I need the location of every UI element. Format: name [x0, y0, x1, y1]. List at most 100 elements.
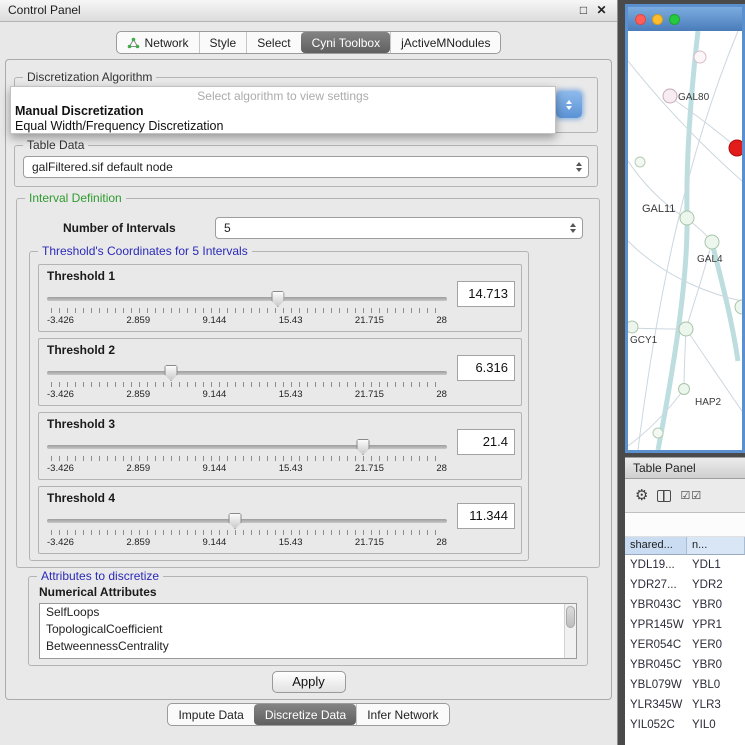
table-row[interactable]: YER054CYER0 — [625, 635, 745, 655]
network-canvas[interactable]: GAL80 GAL11 GAL4 GCY1 HAP2 — [628, 31, 742, 450]
tab-jactivemnodules[interactable]: jActiveMNodules — [390, 32, 500, 53]
cell-name: YDL1 — [687, 555, 745, 575]
tick-label: 15.43 — [279, 537, 303, 548]
minimize-button[interactable] — [652, 14, 663, 25]
slider-thumb[interactable] — [357, 439, 370, 455]
network-icon — [127, 37, 140, 49]
threshold-4-slider[interactable]: -3.4262.8599.14415.4321.71528 — [47, 511, 447, 551]
network-view-window: GAL80 GAL11 GAL4 GCY1 HAP2 — [625, 4, 745, 453]
tab-select[interactable]: Select — [246, 32, 300, 53]
tab-style[interactable]: Style — [199, 32, 247, 53]
numerical-attributes-heading: Numerical Attributes — [39, 585, 157, 599]
restore-window-icon[interactable]: □ — [576, 3, 591, 18]
number-of-intervals-combo[interactable]: 5 — [215, 217, 583, 239]
algorithm-option-manual[interactable]: Manual Discretization — [11, 104, 555, 119]
network-node[interactable] — [653, 428, 663, 438]
close-window-icon[interactable]: ✕ — [594, 3, 609, 18]
tab-cyni-toolbox[interactable]: Cyni Toolbox — [301, 32, 390, 53]
slider-thumb[interactable] — [229, 513, 242, 529]
threshold-2-value-field[interactable]: 6.316 — [457, 355, 515, 381]
zoom-button[interactable] — [669, 14, 680, 25]
close-button[interactable] — [635, 14, 646, 25]
threshold-1-value-field[interactable]: 14.713 — [457, 281, 515, 307]
network-node-selected[interactable] — [729, 140, 742, 156]
network-node[interactable] — [680, 211, 694, 225]
network-node[interactable] — [663, 89, 677, 103]
show-columns-icon[interactable] — [657, 490, 671, 502]
network-node[interactable] — [679, 322, 693, 336]
slider-ticks — [51, 530, 443, 535]
interval-definition-group: Interval Definition Number of Intervals … — [16, 198, 600, 568]
slider-thumb[interactable] — [271, 291, 284, 307]
table-data-combo[interactable]: galFiltered.sif default node — [23, 156, 589, 178]
slider-thumb[interactable] — [165, 365, 178, 381]
slider-track[interactable] — [47, 297, 447, 301]
threshold-panel-4: Threshold 4 -3.4262.8599.14415.4321.7152… — [38, 486, 522, 554]
threshold-1-slider[interactable]: -3.4262.8599.14415.4321.71528 — [47, 289, 447, 329]
threshold-panel-1: Threshold 1 -3.4262.8599.14415.4321.7152… — [38, 264, 522, 332]
tick-label: 2.859 — [126, 315, 150, 326]
table-row[interactable]: YBR045CYBR0 — [625, 655, 745, 675]
settings-gear-icon[interactable]: ⚙ — [635, 488, 648, 503]
node-label-gal4: GAL4 — [697, 254, 723, 265]
table-data-group: Table Data galFiltered.sif default node — [14, 145, 598, 187]
table-row[interactable]: YDR27...YDR2 — [625, 575, 745, 595]
network-window-titlebar[interactable] — [628, 7, 742, 31]
list-item[interactable]: BetweennessCentrality — [40, 638, 576, 655]
list-item[interactable]: TopologicalCoefficient — [40, 621, 576, 638]
table-data-combo-value: galFiltered.sif default node — [32, 160, 173, 174]
column-header-name[interactable]: n... — [687, 537, 745, 555]
table-row[interactable]: YIL052CYIL0 — [625, 715, 745, 735]
number-of-intervals-value: 5 — [224, 221, 231, 235]
cell-name: YPR1 — [687, 615, 745, 635]
slider-ticks — [51, 382, 443, 387]
network-node[interactable] — [694, 51, 706, 63]
table-data-group-title: Table Data — [23, 138, 88, 152]
threshold-3-slider[interactable]: -3.4262.8599.14415.4321.71528 — [47, 437, 447, 477]
network-node[interactable] — [705, 235, 719, 249]
slider-track[interactable] — [47, 371, 447, 375]
tab-discretize-data[interactable]: Discretize Data — [254, 704, 356, 725]
network-node[interactable] — [628, 321, 638, 333]
cell-name: YDR2 — [687, 575, 745, 595]
table-row[interactable]: YDL19...YDL1 — [625, 555, 745, 575]
table-row[interactable]: YBR043CYBR0 — [625, 595, 745, 615]
slider-tick-labels: -3.4262.8599.14415.4321.71528 — [47, 463, 447, 474]
list-scrollbar-thumb[interactable] — [566, 606, 575, 628]
slider-track[interactable] — [47, 519, 447, 523]
cell-name: YBR0 — [687, 655, 745, 675]
application-screen: Control Panel □ ✕ Network Sty — [0, 0, 745, 745]
tab-select-label: Select — [257, 36, 290, 50]
table-row[interactable]: YBL079WYBL0 — [625, 675, 745, 695]
tick-label: 9.144 — [203, 537, 227, 548]
column-header-shared-name[interactable]: shared... — [625, 537, 687, 555]
network-node[interactable] — [735, 300, 742, 314]
cell-shared-name: YBR045C — [625, 655, 687, 675]
node-label-gcy1: GCY1 — [630, 335, 658, 346]
numerical-attributes-list: SelfLoops TopologicalCoefficient Between… — [39, 603, 577, 659]
algorithm-option-equal-width[interactable]: Equal Width/Frequency Discretization — [11, 119, 555, 134]
control-panel-title: Control Panel — [8, 3, 81, 17]
tab-infer-network-label: Infer Network — [367, 708, 438, 722]
node-label-hap2: HAP2 — [695, 397, 722, 408]
threshold-panel-2: Threshold 2 -3.4262.8599.14415.4321.7152… — [38, 338, 522, 406]
tab-infer-network[interactable]: Infer Network — [356, 704, 448, 725]
slider-track[interactable] — [47, 445, 447, 449]
select-columns-icon[interactable]: ☑☑ — [680, 489, 702, 502]
cell-shared-name: YER054C — [625, 635, 687, 655]
network-node[interactable] — [635, 157, 645, 167]
threshold-4-value-field[interactable]: 11.344 — [457, 503, 515, 529]
table-row[interactable]: YPR145WYPR1 — [625, 615, 745, 635]
list-item[interactable]: SelfLoops — [40, 604, 576, 621]
thresholds-group: Threshold's Coordinates for 5 Intervals … — [29, 251, 529, 561]
algorithm-combo-stepper[interactable] — [556, 91, 582, 118]
apply-button[interactable]: Apply — [272, 671, 346, 693]
tab-impute-data[interactable]: Impute Data — [168, 704, 253, 725]
threshold-3-value-field[interactable]: 21.4 — [457, 429, 515, 455]
table-row[interactable]: YLR345WYLR3 — [625, 695, 745, 715]
threshold-2-slider[interactable]: -3.4262.8599.14415.4321.71528 — [47, 363, 447, 403]
list-scrollbar[interactable] — [564, 604, 576, 658]
cell-shared-name: YBR043C — [625, 595, 687, 615]
network-node[interactable] — [679, 384, 690, 395]
tab-network[interactable]: Network — [117, 32, 199, 53]
